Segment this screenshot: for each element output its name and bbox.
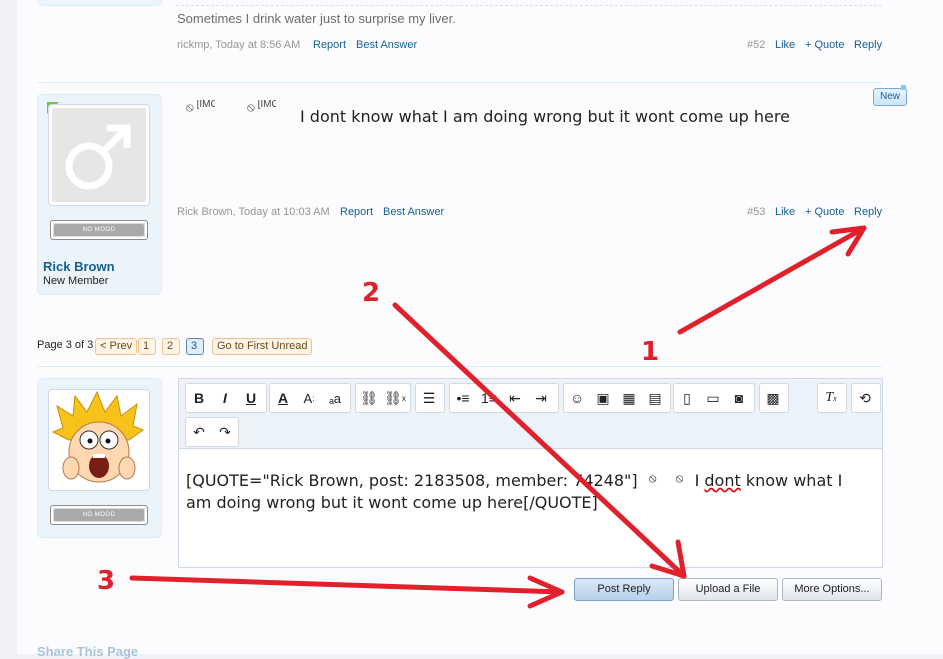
toolbar-group-format: B I U: [185, 383, 267, 413]
post-52-quote-link[interactable]: + Quote: [805, 39, 844, 51]
toolbar-group-font: A A: ₐa: [269, 383, 351, 413]
media-icon[interactable]: ▦: [616, 385, 642, 411]
redo-icon[interactable]: ↷: [212, 419, 238, 445]
save-draft-icon[interactable]: ▩: [760, 385, 786, 411]
outdent-icon[interactable]: ⇤: [502, 385, 528, 411]
image-icon[interactable]: ▣: [590, 385, 616, 411]
link-icon[interactable]: ⛓: [356, 385, 382, 411]
post-reply-button[interactable]: Post Reply: [574, 578, 674, 601]
bullet-list-icon[interactable]: •≡: [450, 385, 476, 411]
avatar-placeholder: [52, 108, 146, 202]
male-symbol-icon: [65, 124, 131, 190]
upload-file-button[interactable]: Upload a File: [678, 578, 778, 601]
post-52-message: Sometimes I drink water just to surprise…: [177, 11, 456, 26]
broken-image-1: ⦸ [IMG]: [186, 100, 240, 118]
code-icon[interactable]: ▤: [642, 385, 668, 411]
post-52-best-answer-link[interactable]: Best Answer: [356, 39, 417, 51]
post-52-number[interactable]: #52: [747, 39, 765, 51]
new-badge: New: [873, 88, 907, 106]
quote-block-icon[interactable]: ▯: [674, 385, 700, 411]
font-color-icon[interactable]: A: [270, 385, 296, 411]
post-52-report-link[interactable]: Report: [313, 39, 346, 51]
remove-format-icon[interactable]: Tx: [818, 385, 844, 411]
post-52-reply-link[interactable]: Reply: [854, 39, 882, 51]
page-button-3[interactable]: 3: [186, 338, 204, 355]
annotation-label-3: 3: [97, 566, 116, 596]
blocked-icon: ⦸: [648, 471, 657, 485]
editor-line-1: [QUOTE="Rick Brown, post: 2183508, membe…: [186, 471, 842, 490]
align-icon[interactable]: ☰: [416, 385, 442, 411]
bold-icon[interactable]: B: [186, 385, 212, 411]
numbered-list-icon[interactable]: 1≡: [476, 385, 502, 411]
editor-toolbar: B I U A A: ₐa ⛓ ⛓ x ☰ •≡ 1≡ ⇤ ⇥ ☺ ▣ ▦ ▤ ▯…: [178, 378, 883, 449]
post-53-quote-link[interactable]: + Quote: [805, 206, 844, 218]
broken-image-alt: [IMG]: [257, 100, 276, 109]
post-53-number[interactable]: #53: [747, 206, 765, 218]
editor-line-2: am doing wrong but it wont come up here[…: [186, 493, 598, 512]
post-53-username[interactable]: Rick Brown: [43, 259, 115, 274]
font-family-icon[interactable]: ₐa: [322, 385, 348, 411]
toolbar-group-save: ▩: [759, 383, 789, 413]
toolbar-group-media: ☺ ▣ ▦ ▤: [563, 383, 671, 413]
broken-image-alt: [IMG]: [196, 100, 215, 109]
smiley-icon[interactable]: ☺: [564, 385, 590, 411]
mood-label: NO MOOD: [54, 509, 144, 521]
post-53-message: I dont know what I am doing wrong but it…: [300, 107, 790, 126]
post-53-mood-box[interactable]: NO MOOD: [50, 220, 148, 240]
more-options-button[interactable]: More Options...: [782, 578, 882, 601]
post-52-like-link[interactable]: Like: [775, 39, 795, 51]
reply-editor[interactable]: [QUOTE="Rick Brown, post: 2183508, membe…: [178, 448, 883, 568]
indent-icon[interactable]: ⇥: [528, 385, 554, 411]
editor-text-i: I: [694, 471, 700, 490]
italic-icon[interactable]: I: [212, 385, 238, 411]
prev-page-button[interactable]: < Prev: [95, 338, 138, 355]
post-53-user-title: New Member: [43, 275, 109, 287]
toolbar-group-lists: •≡ 1≡ ⇤ ⇥: [449, 383, 559, 413]
mood-label: NO MOOD: [54, 224, 144, 236]
page-button-2[interactable]: 2: [162, 338, 180, 355]
editor-misspelled-word: dont: [704, 471, 741, 490]
share-page-heading: Share This Page: [37, 644, 139, 659]
editor-text-know: know what I: [745, 471, 843, 490]
post-52-author-time[interactable]: rickmp, Today at 8:56 AM: [177, 39, 300, 51]
post-divider: [37, 82, 882, 83]
toolbar-group-history: ↶ ↷: [185, 417, 239, 447]
toolbar-group-insert: ▯ ▭ ◙: [673, 383, 755, 413]
reply-avatar[interactable]: [48, 389, 150, 491]
underline-icon[interactable]: U: [238, 385, 264, 411]
new-badge-corner: [901, 85, 906, 90]
post-53-author-time[interactable]: Rick Brown, Today at 10:03 AM: [177, 206, 330, 218]
unlink-icon[interactable]: ⛓ x: [382, 385, 408, 411]
reply-mood-box[interactable]: NO MOOD: [50, 505, 148, 525]
toolbar-group-clear: Tx: [817, 383, 847, 413]
post-53-avatar[interactable]: [48, 104, 150, 206]
camera-icon[interactable]: ◙: [726, 385, 752, 411]
post-53-report-link[interactable]: Report: [340, 206, 373, 218]
font-size-icon[interactable]: A:: [296, 385, 322, 411]
post-53-like-link[interactable]: Like: [775, 206, 795, 218]
post-53-reply-link[interactable]: Reply: [854, 206, 882, 218]
pagination-divider: [37, 366, 882, 367]
blocked-icon: ⦸: [675, 471, 684, 485]
blocked-icon: ⦸: [247, 100, 255, 114]
blocked-icon: ⦸: [186, 100, 194, 114]
page-of-label: Page 3 of 3: [37, 339, 94, 351]
toolbar-group-link: ⛓ ⛓ x: [355, 383, 411, 413]
broken-image-2: ⦸ [IMG]: [247, 100, 295, 118]
post-53-best-answer-link[interactable]: Best Answer: [383, 206, 444, 218]
annotation-label-1: 1: [641, 337, 660, 367]
annotation-label-2: 2: [362, 278, 381, 308]
toolbar-group-align: ☰: [415, 383, 445, 413]
cartoon-avatar-icon: [51, 390, 145, 483]
toggle-bbcode-icon[interactable]: ⟲: [852, 385, 878, 411]
editor-quote-open: [QUOTE="Rick Brown, post: 2183508, membe…: [186, 471, 638, 490]
first-unread-button[interactable]: Go to First Unread: [212, 338, 313, 355]
post-52-top-divider: [176, 5, 882, 6]
toolbar-group-mode: ⟲: [851, 383, 881, 413]
undo-icon[interactable]: ↶: [186, 419, 212, 445]
spoiler-icon[interactable]: ▭: [700, 385, 726, 411]
post-52-userblock-tail: [37, 0, 162, 6]
page-button-1[interactable]: 1: [138, 338, 156, 355]
